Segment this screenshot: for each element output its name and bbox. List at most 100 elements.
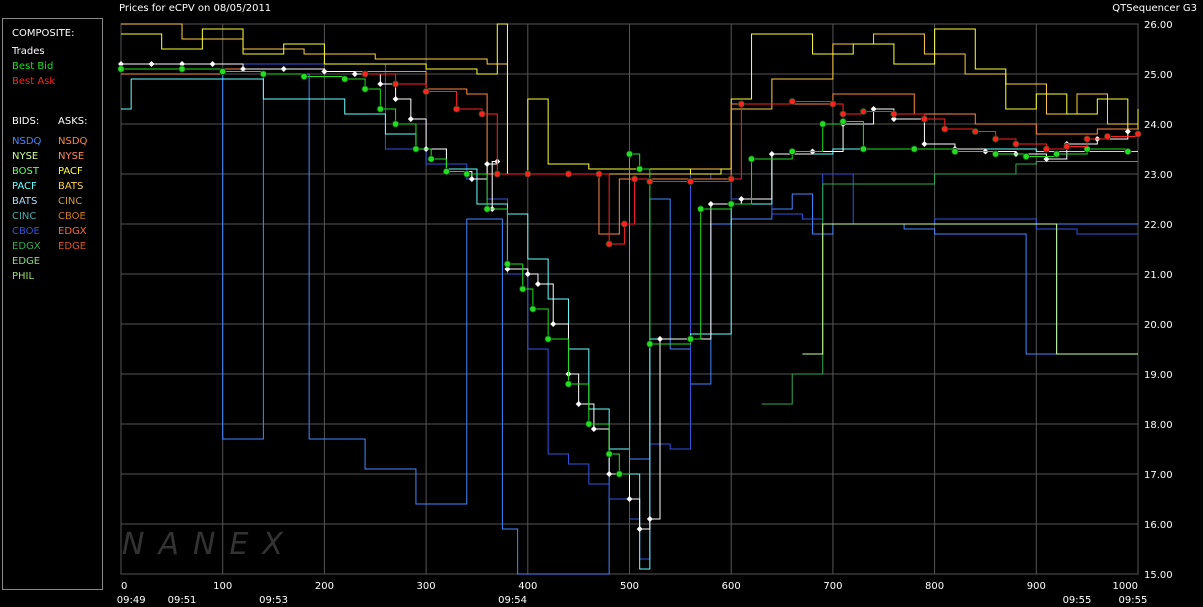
series-point-best-ask	[524, 170, 532, 178]
series-point-best-bid	[259, 70, 267, 78]
series-point-best-ask	[1134, 130, 1142, 138]
series-point-best-bid	[992, 150, 1000, 158]
series-point-best-ask	[1012, 140, 1020, 148]
series-point-best-bid	[1053, 150, 1061, 158]
series-point-best-ask	[361, 70, 369, 78]
series-point-best-ask	[829, 100, 837, 108]
y-tick-label: 16.00	[1144, 520, 1173, 531]
series-point-best-ask	[727, 175, 735, 183]
series-point-best-bid	[788, 147, 796, 156]
series-point-best-bid	[585, 420, 593, 428]
y-tick-label: 21.00	[1144, 270, 1173, 281]
x-tick-label: 900	[1027, 581, 1046, 592]
series-point-best-bid	[442, 167, 451, 176]
series-point-best-bid	[747, 155, 756, 163]
series-point-best-bid	[1022, 152, 1030, 161]
x-tick-label: 0	[121, 581, 127, 592]
series-point-best-bid	[219, 67, 227, 76]
x-tick-label: 1000	[1113, 581, 1138, 592]
series-point-best-ask	[564, 170, 573, 178]
series-point-best-ask	[890, 110, 898, 118]
series-point-best-ask	[595, 170, 603, 178]
y-tick-label: 24.00	[1144, 120, 1173, 131]
time-label: 09:55	[1063, 595, 1092, 606]
series-point-best-ask	[941, 125, 949, 133]
series-point-best-bid	[1124, 147, 1132, 156]
series-point-best-ask	[971, 127, 979, 136]
series-point-best-ask	[737, 100, 745, 108]
time-label: 09:51	[168, 595, 197, 606]
y-tick-label: 19.00	[1144, 370, 1173, 381]
x-tick-label: 500	[620, 581, 639, 592]
series-point-best-ask	[859, 107, 868, 116]
series-point-best-bid	[727, 200, 735, 208]
y-tick-label: 26.00	[1144, 20, 1173, 31]
series-point-best-ask	[478, 110, 486, 118]
series-point-best-bid	[951, 147, 959, 156]
series-point-best-bid	[910, 145, 918, 153]
series-point-best-bid	[859, 145, 868, 153]
series-point-best-bid	[427, 155, 435, 163]
series-point-best-bid	[625, 150, 634, 158]
series-point-best-ask	[605, 240, 613, 248]
y-tick-label: 15.00	[1144, 570, 1173, 581]
series-point-best-ask	[422, 87, 430, 96]
x-tick-label: 100	[213, 581, 232, 592]
series-point-best-bid	[519, 285, 527, 293]
y-tick-label: 23.00	[1144, 170, 1173, 181]
series-point-best-bid	[412, 145, 420, 153]
series-point-best-ask	[630, 175, 639, 183]
series-point-best-bid	[463, 170, 471, 178]
time-label: 09:53	[259, 595, 288, 606]
series-point-best-ask	[1042, 145, 1051, 153]
series-point-best-bid	[646, 340, 654, 348]
series-point-best-bid	[117, 65, 125, 73]
series-point-best-ask	[1103, 132, 1112, 141]
series-point-best-bid	[483, 205, 491, 213]
x-tick-label: 700	[823, 581, 842, 592]
series-point-best-bid	[636, 165, 644, 173]
series-point-best-ask	[920, 115, 929, 123]
x-tick-label: 400	[518, 581, 537, 592]
series-point-best-ask	[686, 177, 695, 186]
series-point-best-bid	[529, 305, 537, 313]
series-point-best-ask	[1063, 142, 1071, 151]
series-point-best-bid	[615, 470, 623, 478]
y-tick-label: 25.00	[1144, 70, 1173, 81]
y-tick-label: 20.00	[1144, 320, 1173, 331]
series-point-best-bid	[300, 72, 308, 81]
series-point-best-bid	[839, 117, 847, 126]
series-point-best-ask	[453, 105, 461, 113]
series-point-best-ask	[1083, 135, 1091, 143]
series-point-best-bid	[544, 335, 552, 343]
x-tick-label: 600	[722, 581, 741, 592]
y-tick-label: 22.00	[1144, 220, 1173, 231]
series-point-best-ask	[839, 110, 847, 118]
series-point-best-ask	[646, 177, 654, 186]
series-point-best-bid	[391, 120, 400, 128]
series-point-best-bid	[178, 65, 186, 73]
series-point-best-bid	[341, 75, 349, 83]
series-point-best-ask	[992, 135, 1000, 143]
series-point-best-ask	[788, 97, 796, 106]
x-tick-label: 800	[925, 581, 944, 592]
series-point-best-bid	[503, 260, 512, 268]
y-tick-label: 18.00	[1144, 420, 1173, 431]
series-point-best-bid	[376, 105, 384, 113]
time-label: 09:54	[498, 595, 527, 606]
series-point-best-bid	[605, 450, 613, 458]
time-label: 09:55	[1119, 595, 1148, 606]
series-point-best-bid	[564, 380, 573, 388]
series-point-best-ask	[391, 80, 400, 88]
time-label: 09:49	[117, 595, 146, 606]
series-point-best-ask	[493, 170, 501, 178]
x-tick-label: 300	[417, 581, 436, 592]
watermark: NANEX	[122, 527, 297, 562]
x-tick-label: 200	[315, 581, 334, 592]
series-point-best-bid	[819, 120, 827, 128]
series-point-best-bid	[361, 85, 369, 93]
series-point-best-bid	[697, 205, 705, 213]
series-point-best-bid	[686, 335, 695, 343]
price-chart: 15.00 16.00 17.00 18.00 19.00 20.00 21.00 22.00…	[117, 20, 1173, 606]
series-point-best-ask	[620, 220, 629, 228]
